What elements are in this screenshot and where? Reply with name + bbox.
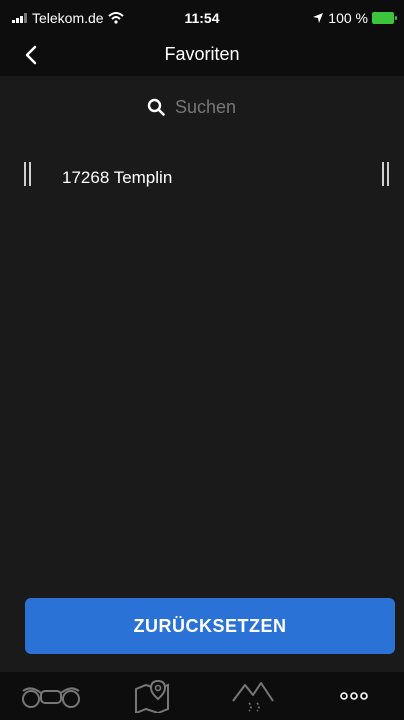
tab-more[interactable] bbox=[314, 672, 394, 720]
drag-handle-icon[interactable] bbox=[24, 162, 32, 186]
favorite-label: 17268 Templin bbox=[62, 168, 173, 187]
page-title: Favoriten bbox=[164, 44, 240, 64]
tab-routes[interactable] bbox=[213, 672, 293, 720]
search-bar[interactable] bbox=[0, 90, 404, 124]
tab-motorcycle[interactable] bbox=[11, 672, 91, 720]
tab-bar bbox=[0, 672, 404, 720]
mountain-route-icon bbox=[231, 682, 274, 712]
map-pin-icon bbox=[134, 679, 169, 713]
more-dots-icon bbox=[339, 692, 368, 700]
status-bar: Telekom.de 11:54 100 % bbox=[0, 0, 404, 36]
location-arrow-icon bbox=[313, 13, 324, 23]
battery-icon bbox=[372, 12, 397, 24]
search-icon bbox=[147, 98, 165, 116]
favorite-row[interactable]: 17268 Templin bbox=[0, 160, 404, 196]
tab-map[interactable] bbox=[112, 672, 192, 720]
battery-percent: 100 % bbox=[328, 10, 368, 26]
motorcycle-icon bbox=[21, 687, 80, 708]
search-input[interactable] bbox=[173, 95, 257, 119]
reset-button[interactable]: ZURÜCKSETZEN bbox=[25, 598, 395, 654]
nav-bar: Favoriten bbox=[0, 36, 404, 76]
status-right: 100 % bbox=[312, 10, 397, 26]
drag-handle-icon[interactable] bbox=[382, 162, 390, 186]
